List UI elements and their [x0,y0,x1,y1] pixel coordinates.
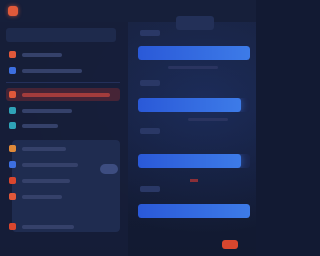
main-content [128,22,256,256]
app-header [0,0,256,22]
square-icon [9,177,16,184]
sidebar-item[interactable] [6,174,120,187]
app-logo-icon [8,6,18,16]
sidebar [0,22,128,256]
progress-fill [138,154,242,168]
sidebar-item[interactable] [6,64,120,77]
square-icon [9,161,16,168]
sidebar-item[interactable] [6,104,120,117]
row-caption [188,118,228,121]
sidebar-item-active[interactable] [6,88,120,101]
sidebar-item-label [22,147,66,151]
app-window [0,0,256,256]
sidebar-item-label [22,93,110,97]
progress-fill [138,46,250,60]
panel-toggle[interactable] [100,164,118,174]
status-badge [222,240,238,249]
progress-fill [138,204,250,218]
sidebar-item[interactable] [6,220,120,233]
row-label [140,186,160,192]
status-marker [190,179,198,182]
row-caption [168,66,218,69]
square-icon [9,51,16,58]
square-icon [9,67,16,74]
sidebar-item-label [22,124,58,128]
sidebar-item-label [22,225,74,229]
sidebar-item[interactable] [6,142,120,155]
square-icon [9,91,16,98]
sidebar-item[interactable] [6,119,120,132]
square-icon [9,145,16,152]
square-icon [9,107,16,114]
progress-bar [138,46,250,60]
sidebar-item-label [22,53,62,57]
row-label [140,30,160,36]
square-icon [9,193,16,200]
square-icon [9,122,16,129]
progress-bar [138,98,250,112]
sidebar-item[interactable] [6,190,120,203]
sidebar-item-label [22,109,72,113]
sidebar-item-label [22,69,82,73]
progress-bar [138,204,250,218]
sidebar-search-input[interactable] [6,28,116,42]
sidebar-divider [6,82,120,83]
sidebar-item-label [22,179,70,183]
progress-fill [138,98,242,112]
progress-bar [138,154,250,168]
row-label [140,80,160,86]
sidebar-item-label [22,195,62,199]
square-icon [9,223,16,230]
sidebar-item-label [22,163,78,167]
sidebar-item[interactable] [6,48,120,61]
row-label [140,128,160,134]
app-title [24,5,74,17]
